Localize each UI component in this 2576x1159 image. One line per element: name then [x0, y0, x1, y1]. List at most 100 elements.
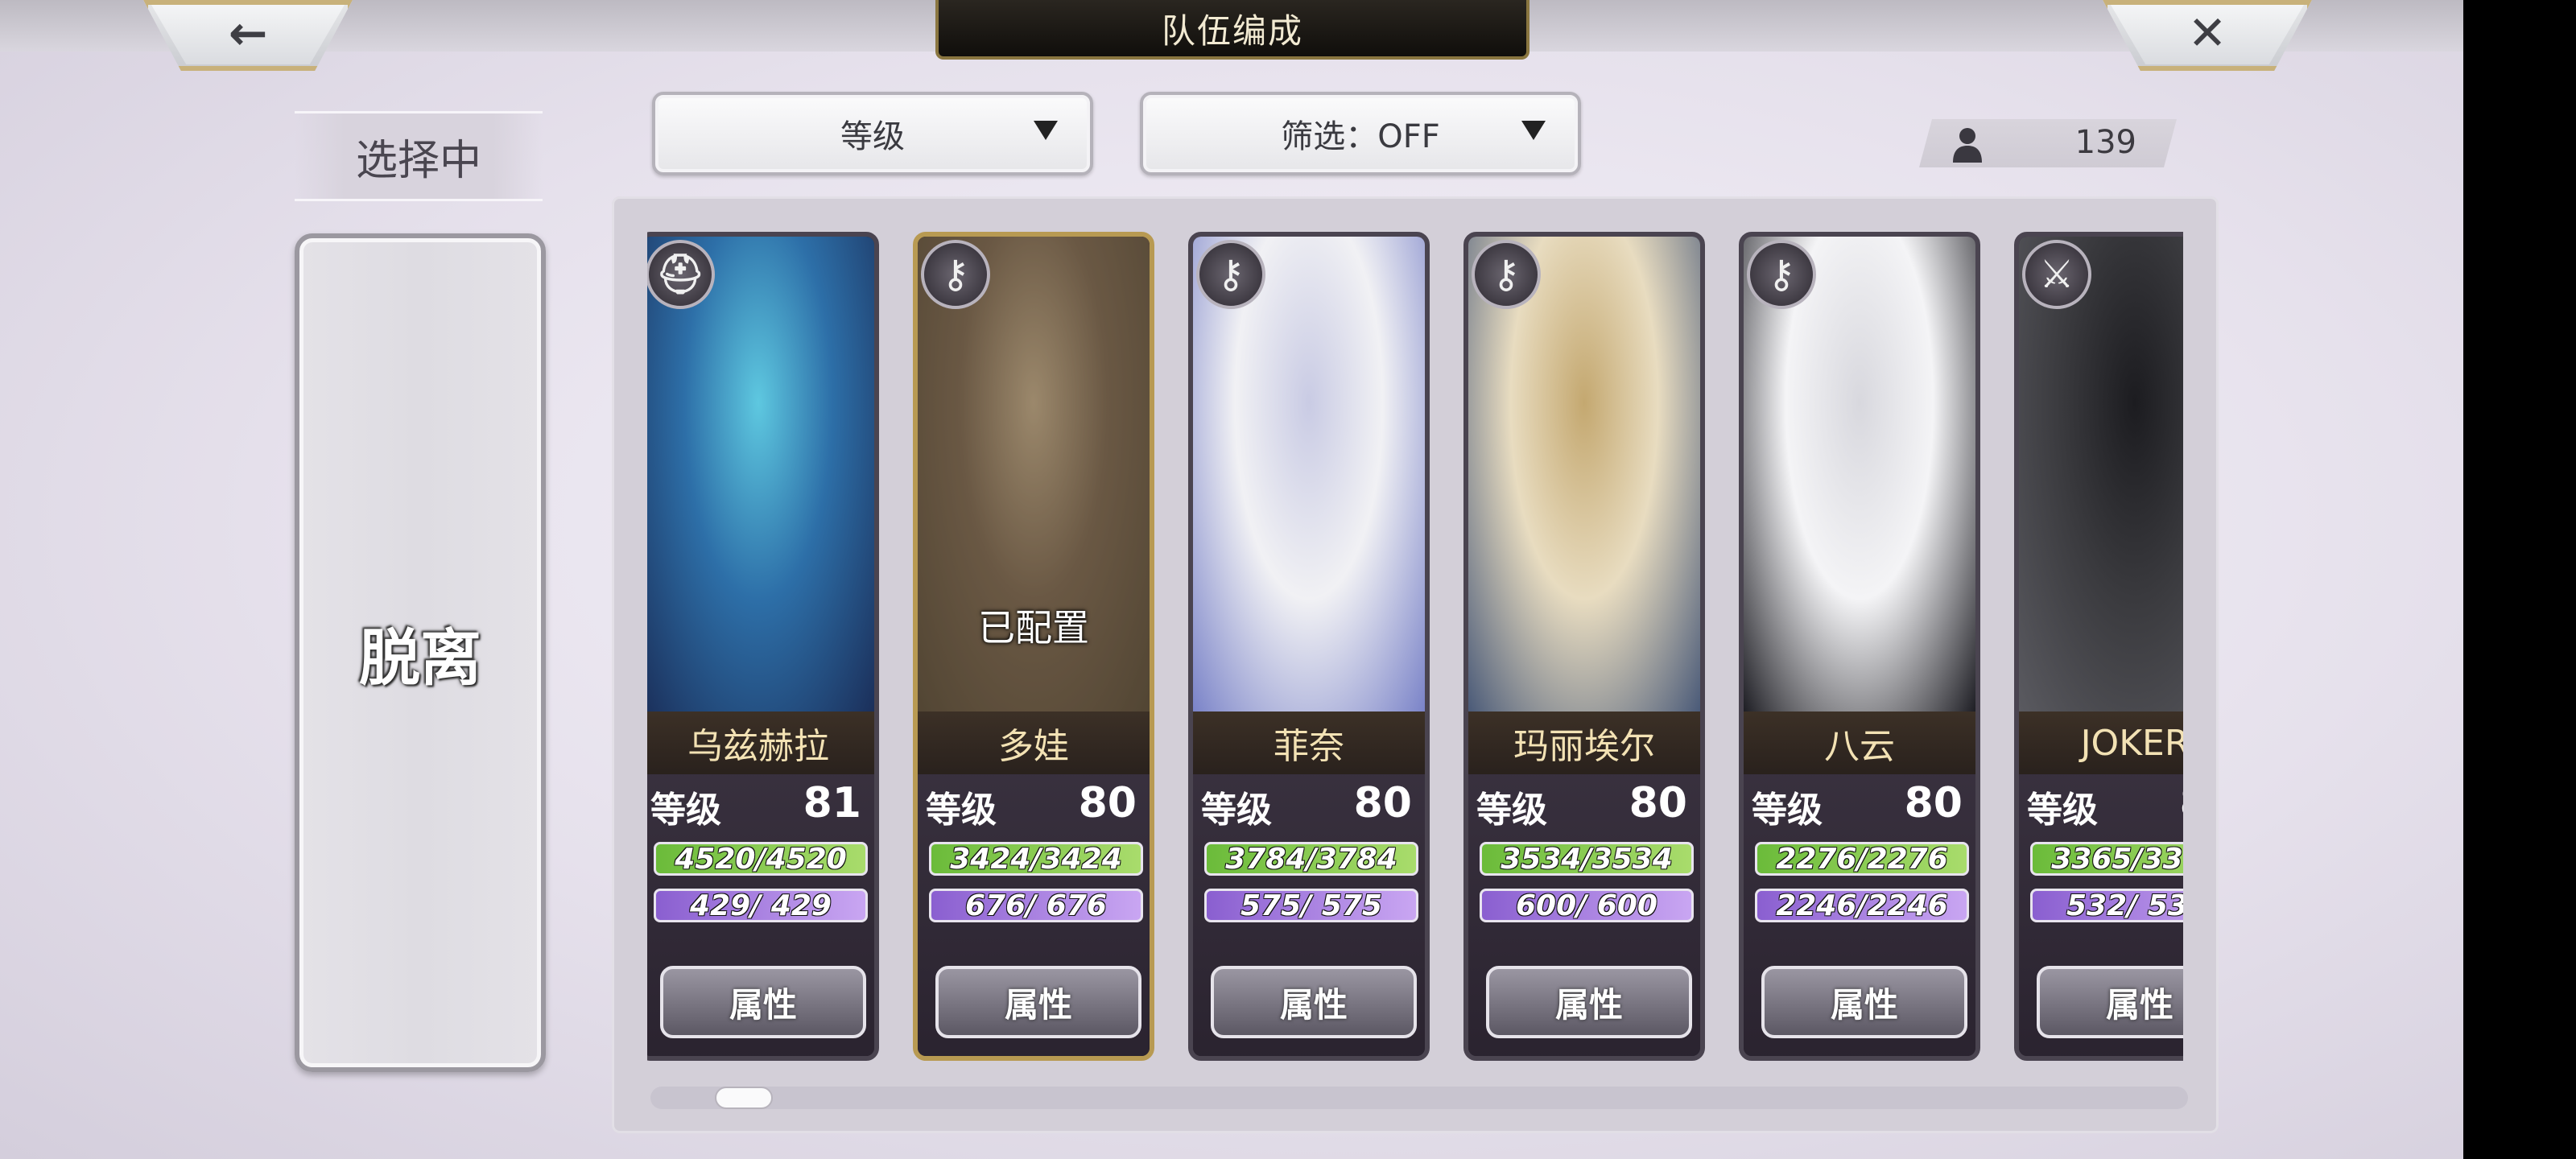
character-card[interactable]: ⚔ JOKER 等级 80 3365/3365 532/ 532 属性 [2014, 232, 2183, 1061]
level-value: 81 [803, 779, 861, 827]
hp-bar: 2276/2276 [1755, 842, 1969, 876]
mp-bar: 575/ 575 [1204, 889, 1418, 922]
character-name-band: 乌兹赫拉 [647, 711, 874, 774]
character-name: 八云 [1824, 726, 1895, 767]
character-card[interactable]: 已配置 ⚷ 多娃 等级 80 3424/3424 676/ 676 属性 [913, 232, 1154, 1061]
hp-value: 4520/4520 [675, 842, 847, 876]
character-card[interactable]: ⛑ 乌兹赫拉 等级 81 4520/4520 429/ 429 属性 [647, 232, 879, 1061]
scrollbar-thumb[interactable] [715, 1087, 773, 1109]
chevron-down-icon [1034, 121, 1058, 140]
title-plate: 队伍编成 [935, 0, 1530, 60]
detach-button[interactable]: 脱离 [295, 233, 546, 1072]
mp-bar: 2246/2246 [1755, 889, 1969, 922]
mp-value: 429/ 429 [690, 889, 832, 922]
mp-value: 575/ 575 [1241, 889, 1382, 922]
level-row: 等级 80 [1744, 779, 1975, 831]
character-name-band: JOKER [2019, 711, 2183, 774]
sort-value: 等级 [840, 118, 905, 155]
attributes-label: 属性 [1004, 984, 1072, 1025]
key-icon: ⚷ [1747, 240, 1816, 309]
character-name-band: 菲奈 [1193, 711, 1425, 774]
attributes-button[interactable]: 属性 [935, 966, 1141, 1038]
level-row: 等级 80 [1468, 779, 1700, 831]
hp-bar: 3534/3534 [1480, 842, 1694, 876]
key-icon: ⚷ [1196, 240, 1265, 309]
level-label: 等级 [1201, 790, 1272, 831]
mp-bar: 429/ 429 [654, 889, 868, 922]
attributes-label: 属性 [1554, 984, 1623, 1025]
level-label: 等级 [1752, 790, 1823, 831]
attributes-button[interactable]: 属性 [1486, 966, 1692, 1038]
level-label: 等级 [2027, 790, 2098, 831]
hp-bar: 3365/3365 [2030, 842, 2183, 876]
mp-bar: 532/ 532 [2030, 889, 2183, 922]
level-value: 80 [1078, 779, 1137, 827]
attributes-label: 属性 [729, 984, 797, 1025]
mp-value: 600/ 600 [1516, 889, 1657, 922]
hp-value: 3424/3424 [950, 842, 1122, 876]
level-label: 等级 [1476, 790, 1547, 831]
character-name-band: 八云 [1744, 711, 1975, 774]
character-card[interactable]: ⚷ 八云 等级 80 2276/2276 2246/2246 属性 [1739, 232, 1980, 1061]
level-label: 等级 [926, 790, 997, 831]
hp-bar: 3424/3424 [929, 842, 1143, 876]
hp-bar: 4520/4520 [654, 842, 868, 876]
sort-dropdown[interactable]: 等级 [652, 92, 1093, 175]
hp-bar: 3784/3784 [1204, 842, 1418, 876]
mp-value: 2246/2246 [1776, 889, 1948, 922]
hp-value: 3784/3784 [1225, 842, 1397, 876]
level-value: 80 [1353, 779, 1412, 827]
hp-value: 3534/3534 [1501, 842, 1673, 876]
character-name-band: 玛丽埃尔 [1468, 711, 1700, 774]
member-count: 139 [2074, 124, 2136, 161]
character-card[interactable]: ⚷ 菲奈 等级 80 3784/3784 575/ 575 属性 [1188, 232, 1430, 1061]
team-formation-screen: ← 队伍编成 ✕ 选择中 脱离 等级 筛选：OFF 139 ⛑ 乌兹赫拉 等级 … [0, 0, 2463, 1159]
hp-value: 3365/3365 [2051, 842, 2183, 876]
person-icon [1953, 128, 1982, 163]
back-arrow-icon: ← [228, 6, 268, 60]
mp-value: 532/ 532 [2066, 889, 2183, 922]
character-name: 多娃 [998, 726, 1069, 767]
filter-dropdown[interactable]: 筛选：OFF [1140, 92, 1581, 175]
character-name: JOKER [2080, 722, 2183, 764]
mp-bar: 676/ 676 [929, 889, 1143, 922]
horizontal-scrollbar[interactable] [650, 1087, 2188, 1109]
mp-bar: 600/ 600 [1480, 889, 1694, 922]
level-value: 80 [1629, 779, 1687, 827]
character-card[interactable]: ⚷ 玛丽埃尔 等级 80 3534/3534 600/ 600 属性 [1463, 232, 1705, 1061]
chevron-down-icon [1521, 121, 1546, 140]
close-icon: ✕ [2187, 6, 2227, 60]
selecting-label: 选择中 [295, 111, 543, 201]
attributes-label: 属性 [2105, 984, 2174, 1025]
level-label: 等级 [650, 790, 721, 831]
attributes-button[interactable]: 属性 [660, 966, 866, 1038]
attributes-label: 属性 [1830, 984, 1898, 1025]
attributes-button[interactable]: 属性 [1211, 966, 1417, 1038]
attributes-button[interactable]: 属性 [2037, 966, 2183, 1038]
attributes-button[interactable]: 属性 [1761, 966, 1967, 1038]
level-row: 等级 80 [918, 779, 1150, 831]
character-name: 乌兹赫拉 [687, 726, 829, 767]
filter-value: 筛选：OFF [1281, 118, 1440, 155]
hp-value: 2276/2276 [1776, 842, 1948, 876]
key-icon: ⚷ [1472, 240, 1541, 309]
level-value: 80 [2180, 779, 2183, 827]
character-card-strip[interactable]: ⛑ 乌兹赫拉 等级 81 4520/4520 429/ 429 属性 已配置 ⚷… [647, 232, 2183, 1064]
equipped-tag: 已配置 [978, 606, 1089, 650]
mp-value: 676/ 676 [965, 889, 1107, 922]
level-row: 等级 80 [2019, 779, 2183, 831]
level-row: 等级 80 [1193, 779, 1425, 831]
character-name: 玛丽埃尔 [1513, 726, 1655, 767]
attributes-label: 属性 [1279, 984, 1348, 1025]
level-row: 等级 81 [647, 779, 874, 831]
sword-icon: ⚔ [2022, 240, 2091, 309]
character-name-band: 多娃 [918, 711, 1150, 774]
back-button[interactable]: ← [143, 0, 353, 71]
character-name: 菲奈 [1274, 726, 1344, 767]
character-portrait [2019, 237, 2183, 711]
page-title: 队伍编成 [1161, 10, 1303, 51]
member-count-badge: 139 [1919, 119, 2177, 167]
close-button[interactable]: ✕ [2103, 0, 2312, 71]
hat-icon: ⛑ [647, 240, 715, 309]
level-value: 80 [1904, 779, 1963, 827]
